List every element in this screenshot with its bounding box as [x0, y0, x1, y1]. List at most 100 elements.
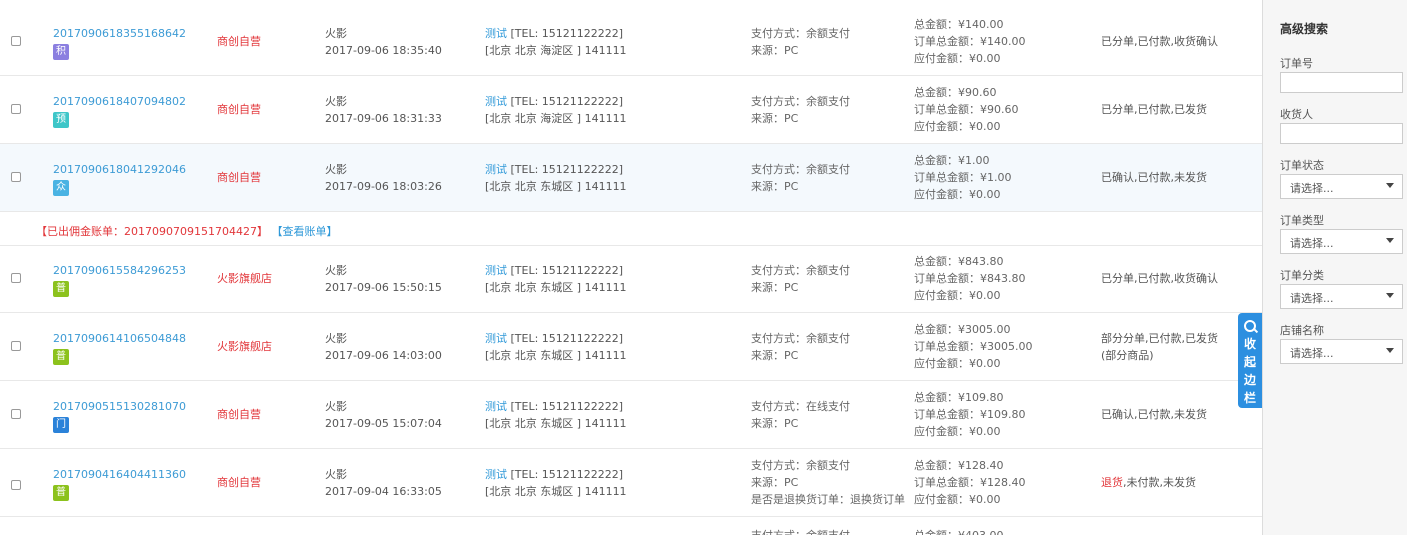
shop-name[interactable]: 商创自营	[217, 101, 261, 118]
table-row: 2017090615584296253 普 火影旗舰店 火影 2017-09-06 15…	[0, 245, 1262, 313]
consignee-cell: 测试 [TEL: 15121122222] [北京 北京 东城区 ] 141111	[485, 161, 627, 195]
order-id-link[interactable]: 2017090614106504848	[53, 330, 186, 347]
table-row: 2017090618041292046 众 商创自营 火影 2017-09-06 18:…	[0, 144, 1262, 212]
order-category-label: 订单分类	[1280, 269, 1324, 282]
order-id-cell: 2017090615584296253 普	[53, 262, 186, 297]
amount-line: 应付金额：¥0.00	[914, 120, 1001, 133]
payment-cell: 支付方式：在线支付 来源：PC	[751, 398, 850, 432]
amount-line: 应付金额：¥0.00	[914, 188, 1001, 201]
order-id-cell: 2017090416404411360 普	[53, 466, 186, 501]
order-id-link[interactable]: 2017090515130281070	[53, 398, 186, 415]
consignee-name[interactable]: 测试	[485, 163, 507, 176]
consignee-name[interactable]: 测试	[485, 468, 507, 481]
view-bill-link[interactable]: 【查看账单】	[271, 225, 337, 238]
row-checkbox[interactable]	[11, 273, 21, 283]
order-type-label: 订单类型	[1280, 214, 1324, 227]
row-checkbox[interactable]	[11, 36, 21, 46]
row-checkbox[interactable]	[11, 104, 21, 114]
order-type-select[interactable]: 请选择...	[1280, 229, 1403, 254]
consignee-tel: [TEL: 15121122222]	[510, 163, 624, 176]
sidebar-title: 高级搜索	[1280, 22, 1329, 36]
collapse-sidebar-button[interactable]: 收 起 边 栏	[1238, 313, 1262, 408]
payment-line: 支付方式：余额支付	[751, 27, 850, 40]
shop-name[interactable]: 商创自营	[217, 474, 261, 491]
order-time: 2017-09-06 15:50:15	[325, 281, 442, 294]
order-no-input[interactable]	[1280, 72, 1403, 93]
amount-line: 总金额：¥140.00	[914, 18, 1004, 31]
amount-line: 订单总金额：¥140.00	[914, 35, 1026, 48]
payment-line: 来源：PC	[751, 349, 799, 362]
payment-cell: 支付方式：余额支付 来源：PC	[751, 330, 850, 364]
collapse-label-4: 栏	[1243, 391, 1256, 405]
order-category-select[interactable]: 请选择...	[1280, 284, 1403, 309]
amount-line: 订单总金额：¥843.80	[914, 272, 1026, 285]
consignee-tel: [TEL: 15121122222]	[510, 95, 624, 108]
order-status-select[interactable]: 请选择...	[1280, 174, 1403, 199]
consignee-cell: 测试 [TEL: 15121122222] [北京 北京 海淀区 ] 141111	[485, 25, 627, 59]
order-status-text: 部分分单,已付款,已发货	[1101, 330, 1218, 347]
buyer-cell: 火影 2017-09-06 18:31:33	[325, 93, 442, 127]
collapse-label-3: 边	[1243, 373, 1256, 387]
shop-name[interactable]: 火影旗舰店	[217, 338, 272, 355]
consignee-name[interactable]: 测试	[485, 400, 507, 413]
payment-line: 来源：PC	[751, 476, 799, 489]
consignee-cell: 测试 [TEL: 15121122222] [北京 北京 东城区 ] 141111	[485, 262, 627, 296]
payment-line: 支付方式：余额支付	[751, 459, 850, 472]
consignee-name[interactable]: 测试	[485, 332, 507, 345]
payment-line: 支付方式：余额支付	[751, 264, 850, 277]
order-time: 2017-09-06 18:31:33	[325, 112, 442, 125]
amount-cell: 总金额：¥1.00 订单总金额：¥1.00 应付金额：¥0.00	[914, 152, 1012, 203]
order-type-badge: 普	[53, 281, 69, 297]
order-id-link[interactable]: 2017090618041292046	[53, 161, 186, 178]
order-status-label: 订单状态	[1280, 159, 1324, 172]
table-row: 2017090416404411360 普 商创自营 火影 2017-09-04 16:…	[0, 449, 1262, 517]
row-checkbox[interactable]	[11, 172, 21, 182]
order-status: 已分单,已付款,收货确认	[1101, 270, 1218, 287]
order-id-link[interactable]: 2017090615584296253	[53, 262, 186, 279]
buyer-name: 火影	[325, 400, 347, 413]
payment-line: 支付方式：余额支付	[751, 332, 850, 345]
shop-name[interactable]: 商创自营	[217, 169, 261, 186]
row-checkbox[interactable]	[11, 480, 21, 490]
order-id-link[interactable]: 2017090618355168642	[53, 25, 186, 42]
receiver-label: 收货人	[1280, 108, 1313, 121]
amount-cell: 总金额：¥90.60 订单总金额：¥90.60 应付金额：¥0.00	[914, 84, 1019, 135]
buyer-cell: 火影 2017-09-06 15:50:15	[325, 262, 442, 296]
consignee-address: [北京 北京 东城区 ] 141111	[485, 180, 627, 193]
amount-line: 应付金额：¥0.00	[914, 425, 1001, 438]
shop-name[interactable]: 商创自营	[217, 33, 261, 50]
amount-line: 订单总金额：¥90.60	[914, 103, 1019, 116]
row-checkbox[interactable]	[11, 409, 21, 419]
row-checkbox[interactable]	[11, 341, 21, 351]
consignee-name[interactable]: 测试	[485, 27, 507, 40]
shop-name[interactable]: 火影旗舰店	[217, 270, 272, 287]
table-row: 支付方式：余额支付 总金额：¥403.00	[0, 517, 1262, 535]
order-id-link[interactable]: 2017090618407094802	[53, 93, 186, 110]
amount-line: 总金额：¥128.40	[914, 459, 1004, 472]
buyer-name: 火影	[325, 163, 347, 176]
shop-name-select[interactable]: 请选择...	[1280, 339, 1403, 364]
order-status-value: 已分单,已付款,收货确认	[1101, 35, 1218, 48]
table-row: 2017090618407094802 预 商创自营 火影 2017-09-06 18:…	[0, 76, 1262, 144]
payment-cell: 支付方式：余额支付 来源：PC	[751, 25, 850, 59]
order-status: 已确认,已付款,未发货	[1101, 406, 1207, 423]
order-type-badge: 普	[53, 349, 69, 365]
receiver-input[interactable]	[1280, 123, 1403, 144]
consignee-address: [北京 北京 海淀区 ] 141111	[485, 44, 627, 57]
order-status-text: 已确认,已付款,未发货	[1101, 169, 1207, 186]
buyer-name: 火影	[325, 264, 347, 277]
amount-line: 应付金额：¥0.00	[914, 289, 1001, 302]
shop-name[interactable]: 商创自营	[217, 406, 261, 423]
amount-line: 应付金额：¥0.00	[914, 52, 1001, 65]
consignee-name[interactable]: 测试	[485, 95, 507, 108]
amount-cell: 总金额：¥109.80 订单总金额：¥109.80 应付金额：¥0.00	[914, 389, 1026, 440]
commission-bill-text: 【已出佣金账单：2017090709151704427】	[36, 225, 268, 238]
consignee-cell: 测试 [TEL: 15121122222] [北京 北京 东城区 ] 141111	[485, 330, 627, 364]
order-status-value: 已确认,已付款,未发货	[1101, 171, 1207, 184]
buyer-name: 火影	[325, 27, 347, 40]
order-id-link[interactable]: 2017090416404411360	[53, 466, 186, 483]
consignee-name[interactable]: 测试	[485, 264, 507, 277]
amount-cell: 总金额：¥3005.00 订单总金额：¥3005.00 应付金额：¥0.00	[914, 321, 1033, 372]
amount-cell: 总金额：¥843.80 订单总金额：¥843.80 应付金额：¥0.00	[914, 253, 1026, 304]
amount-line: 应付金额：¥0.00	[914, 493, 1001, 506]
